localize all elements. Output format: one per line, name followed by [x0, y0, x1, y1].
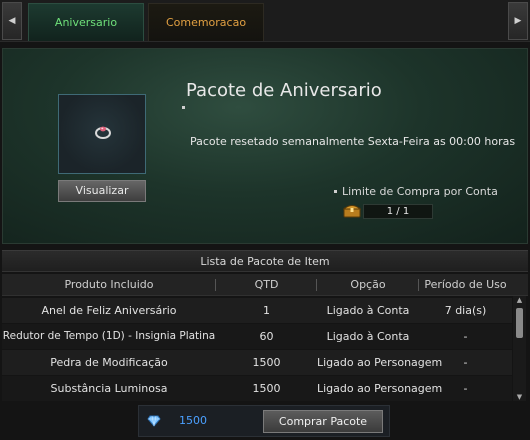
column-header-produto: Produto Incluido: [64, 278, 154, 291]
column-header-opcao: Opção: [350, 278, 386, 291]
tab-comemoracao[interactable]: Comemoracao: [148, 3, 264, 41]
treasure-chest-icon: [343, 205, 361, 218]
quantity: 1: [263, 304, 270, 317]
table-row[interactable]: Redutor de Tempo (1D) - Insignia Platina…: [2, 324, 512, 349]
scroll-down-icon[interactable]: ▼: [515, 393, 524, 401]
purchase-limit-value: 1 / 1: [363, 204, 433, 219]
package-panel: Visualizar Pacote de Aniversario Pacote …: [2, 48, 528, 244]
tab-aniversario[interactable]: Aniversario: [28, 3, 144, 41]
binding-option: Ligado à Conta: [326, 330, 410, 343]
item-thumbnail: [58, 94, 146, 174]
caret-left-icon[interactable]: ◀: [2, 2, 22, 40]
table-row[interactable]: Pedra de Modificação 1500 Ligado ao Pers…: [2, 350, 512, 375]
product-name: Substância Luminosa: [50, 382, 168, 395]
scrollbar-thumb[interactable]: [516, 308, 523, 338]
package-price: 1500: [179, 414, 207, 427]
caret-right-icon[interactable]: ▶: [508, 2, 528, 40]
reset-note: Pacote resetado semanalmente Sexta-Feira…: [190, 135, 516, 148]
product-name: Pedra de Modificação: [50, 356, 168, 369]
usage-period: -: [463, 330, 468, 343]
product-name: Anel de Feliz Aniversário: [41, 304, 177, 317]
table-row[interactable]: Anel de Feliz Aniversário 1 Ligado à Con…: [2, 298, 512, 323]
tab-bar: ◀ Aniversario Comemoracao ▶: [0, 0, 530, 42]
visualizar-button[interactable]: Visualizar: [58, 180, 146, 202]
binding-option: Ligado à Conta: [326, 304, 410, 317]
package-title: Pacote de Aniversario: [186, 80, 382, 101]
bullet-icon: [334, 190, 337, 193]
quantity: 60: [259, 330, 274, 343]
ring-icon: [95, 126, 111, 139]
comprar-pacote-button[interactable]: Comprar Pacote: [263, 410, 383, 433]
usage-period: -: [463, 356, 468, 369]
product-name: Redutor de Tempo (1D) - Insignia Platina: [2, 330, 216, 342]
purchase-limit-label: Limite de Compra por Conta: [342, 185, 498, 198]
diamond-icon: [147, 415, 161, 427]
binding-option: Ligado ao Personagem: [317, 356, 443, 369]
item-list-title: Lista de Pacote de Item: [2, 250, 528, 272]
table-row[interactable]: Substância Luminosa 1500 Ligado ao Perso…: [2, 376, 512, 401]
bullet-icon: [182, 106, 185, 109]
scroll-up-icon[interactable]: ▲: [515, 296, 524, 304]
column-header-periodo: Período de Uso: [424, 278, 507, 291]
quantity: 1500: [252, 356, 281, 369]
item-list-header: Produto Incluido QTD Opção Período de Us…: [2, 274, 528, 296]
purchase-footer: 1500 Comprar Pacote: [138, 405, 390, 437]
quantity: 1500: [252, 382, 281, 395]
binding-option: Ligado ao Personagem: [317, 382, 443, 395]
usage-period: 7 dia(s): [444, 304, 487, 317]
usage-period: -: [463, 382, 468, 395]
column-header-qtd: QTD: [254, 278, 279, 291]
item-list-scrollbar[interactable]: ▲ ▼: [513, 296, 526, 401]
